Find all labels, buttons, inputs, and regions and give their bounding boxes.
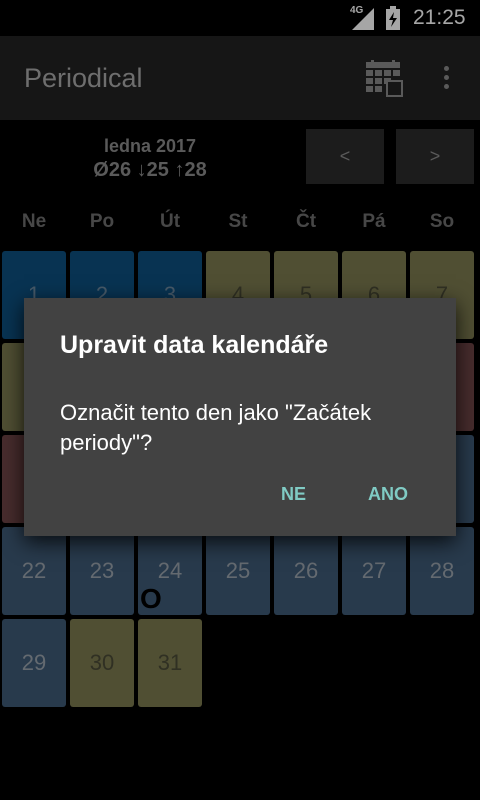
no-button[interactable]: NE: [281, 484, 306, 505]
dialog-message: Označit tento den jako "Začátek periody"…: [60, 400, 372, 455]
edit-calendar-dialog: Upravit data kalendáře Označit tento den…: [24, 298, 456, 536]
dialog-title: Upravit data kalendáře: [60, 331, 329, 359]
yes-button[interactable]: ANO: [368, 484, 408, 505]
